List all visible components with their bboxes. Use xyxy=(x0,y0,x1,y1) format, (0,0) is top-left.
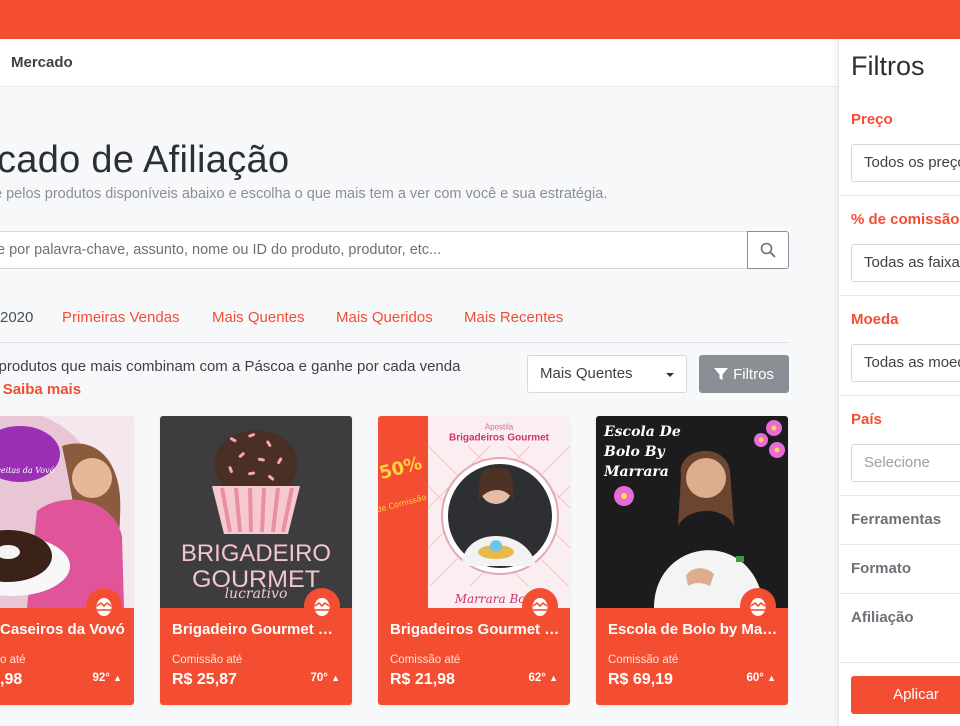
product-name: Brigadeiro Gourmet Lucrativo xyxy=(172,621,342,638)
filter-label-pais: País xyxy=(851,411,882,428)
commission-value: R$ 69,19 xyxy=(608,671,673,688)
product-card-footer: Brigadeiro Gourmet Lucrativo Comissão at… xyxy=(160,588,352,705)
category-tabs: 2020 Primeiras Vendas Mais Quentes Mais … xyxy=(0,297,789,343)
commission-value: ,98 xyxy=(0,671,23,688)
saiba-mais-link[interactable]: Saiba mais xyxy=(3,381,81,398)
flame-icon: ▲ xyxy=(767,673,776,683)
filters-button-label: Filtros xyxy=(733,365,774,383)
top-bar xyxy=(0,0,960,39)
promo-line-1: e produtos que mais combinam com a Pásco… xyxy=(0,358,461,375)
divider xyxy=(839,195,960,196)
product-image: Escola De Bolo By Marrara xyxy=(596,416,788,608)
commission-label: Comissão até xyxy=(390,654,461,666)
filter-label-moeda: Moeda xyxy=(851,311,899,328)
breadcrumb: Mercado xyxy=(0,39,840,87)
temperature-badge: 62° ▲ xyxy=(528,672,558,684)
filters-button[interactable]: Filtros xyxy=(699,355,789,393)
product-name: Brigadeiros Gourmet Marrara xyxy=(390,621,560,638)
filter-select-comissao[interactable]: Todas as faixas xyxy=(851,244,960,282)
divider xyxy=(839,295,960,296)
filters-sidebar: Filtros Preço Todos os preços % de comis… xyxy=(838,39,960,726)
filter-select-preco[interactable]: Todos os preços xyxy=(851,144,960,182)
product-card-footer: Caseiros da Vovó o até ,98 92° ▲ xyxy=(0,588,134,705)
apply-filters-button[interactable]: Aplicar xyxy=(851,676,960,714)
promo-line-2: a. Saiba mais xyxy=(0,378,460,401)
commission-label: o até xyxy=(0,654,26,666)
filter-label-comissao: % de comissão xyxy=(851,211,960,228)
product-name: Caseiros da Vovó xyxy=(0,621,125,638)
filter-icon xyxy=(714,368,729,380)
filter-section-formato[interactable]: Formato xyxy=(851,560,911,577)
tab-mais-queridos[interactable]: Mais Queridos xyxy=(336,309,433,326)
product-name: Escola de Bolo by Marrara xyxy=(608,621,778,638)
divider xyxy=(839,544,960,545)
tab-mais-quentes[interactable]: Mais Quentes xyxy=(212,309,305,326)
easter-egg-icon xyxy=(86,588,122,624)
commission-value: R$ 25,87 xyxy=(172,671,237,688)
page-subtitle: e pelos produtos disponíveis abaixo e es… xyxy=(0,186,608,202)
product-image: Receitas da Vovó xyxy=(0,416,134,608)
caret-down-icon xyxy=(666,373,674,377)
product-image-title-3: Marrara xyxy=(603,464,669,480)
flame-icon: ▲ xyxy=(113,673,122,683)
product-image: Apostila Brigadeiros Gourmet 50% de Comi… xyxy=(378,416,570,608)
temperature-value: 70° xyxy=(310,672,328,684)
filter-label-preco: Preço xyxy=(851,111,893,128)
temperature-badge: 92° ▲ xyxy=(92,672,122,684)
filter-select-pais[interactable]: Selecione xyxy=(851,444,960,482)
sort-select[interactable]: Mais Quentes xyxy=(527,355,687,393)
product-image: BRIGADEIRO GOURMET lucrativo xyxy=(160,416,352,608)
product-card[interactable]: Receitas da Vovó Caseiros da Vovó o até … xyxy=(0,416,134,705)
commission-label: Comissão até xyxy=(608,654,679,666)
promo-text: e produtos que mais combinam com a Pásco… xyxy=(0,355,460,401)
tab-mais-recentes[interactable]: Mais Recentes xyxy=(464,309,563,326)
temperature-badge: 70° ▲ xyxy=(310,672,340,684)
temperature-badge: 60° ▲ xyxy=(746,672,776,684)
product-image-top: Brigadeiros Gourmet xyxy=(449,432,550,443)
main-content: rcado de Afiliação e pelos produtos disp… xyxy=(0,87,838,726)
divider xyxy=(839,495,960,496)
sort-selected-value: Mais Quentes xyxy=(540,365,633,382)
product-card[interactable]: Escola De Bolo By Marrara Escola de Bolo… xyxy=(596,416,788,705)
product-image-title-1: Escola De xyxy=(603,424,681,440)
product-card-footer: Escola de Bolo by Marrara Comissão até R… xyxy=(596,588,788,705)
product-card[interactable]: BRIGADEIRO GOURMET lucrativo Brigadeiro … xyxy=(160,416,352,705)
search-button[interactable] xyxy=(747,231,789,269)
temperature-value: 62° xyxy=(528,672,546,684)
easter-egg-icon xyxy=(740,588,776,624)
product-image-text-1: BRIGADEIRO xyxy=(181,540,331,567)
tab-primeiras-vendas[interactable]: Primeiras Vendas xyxy=(62,309,180,326)
search-icon xyxy=(760,242,776,258)
commission-value: R$ 21,98 xyxy=(390,671,455,688)
temperature-value: 92° xyxy=(92,672,110,684)
temperature-value: 60° xyxy=(746,672,764,684)
search-bar xyxy=(0,231,789,269)
commission-label: Comissão até xyxy=(172,654,243,666)
filter-section-afiliacao[interactable]: Afiliação xyxy=(851,609,914,626)
divider xyxy=(839,662,960,663)
page-title: rcado de Afiliação xyxy=(0,139,290,181)
product-image-top-small: Apostila xyxy=(485,423,514,432)
product-image-title-2: Bolo By xyxy=(603,444,666,460)
product-card-footer: Brigadeiros Gourmet Marrara Comissão até… xyxy=(378,588,570,705)
tab-2020[interactable]: 2020 xyxy=(0,309,33,326)
search-input[interactable] xyxy=(0,231,748,269)
product-card[interactable]: Apostila Brigadeiros Gourmet 50% de Comi… xyxy=(378,416,570,705)
easter-egg-icon xyxy=(304,588,340,624)
flame-icon: ▲ xyxy=(549,673,558,683)
divider xyxy=(839,593,960,594)
product-image-text-3: lucrativo xyxy=(225,586,288,602)
divider xyxy=(839,395,960,396)
filter-section-ferramentas[interactable]: Ferramentas xyxy=(851,511,941,528)
flame-icon: ▲ xyxy=(331,673,340,683)
filter-select-moeda[interactable]: Todas as moedas xyxy=(851,344,960,382)
breadcrumb-item-mercado[interactable]: Mercado xyxy=(11,54,73,71)
filters-title: Filtros xyxy=(851,51,925,81)
easter-egg-icon xyxy=(522,588,558,624)
product-image-caption: Receitas da Vovó xyxy=(0,466,55,475)
